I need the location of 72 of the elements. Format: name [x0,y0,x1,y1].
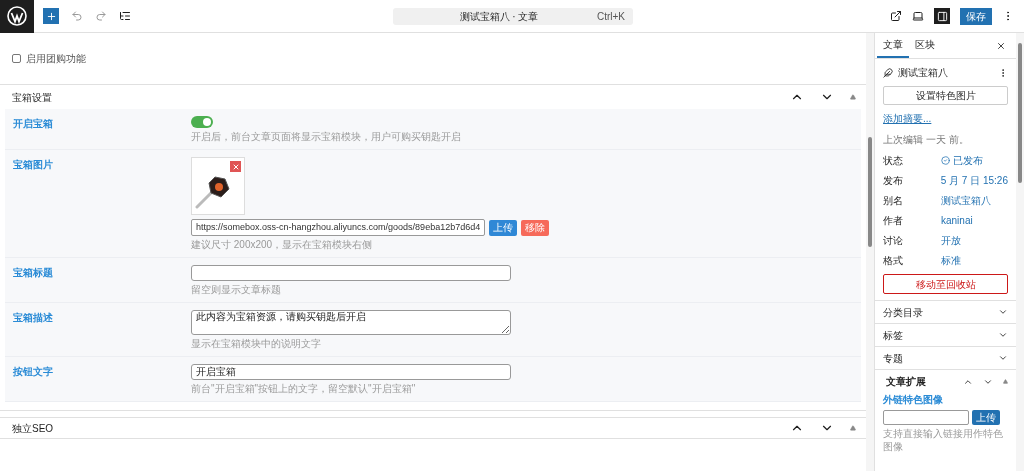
excerpt-link[interactable]: 添加摘要... [883,111,1008,126]
image-url-field[interactable] [883,410,969,425]
scrollbar[interactable] [866,33,874,471]
field-label: 外链特色图像 [883,393,944,407]
command-bar[interactable]: 测试宝箱八 · 文章 Ctrl+K [393,7,633,25]
save-button[interactable]: 保存 [960,7,992,25]
checkbox[interactable] [12,54,21,63]
help-text: 建议尺寸 200x200，显示在宝箱模块右侧 [191,240,374,250]
upload-button[interactable]: 上传 [489,219,518,236]
description-field[interactable]: 此内容为宝箱资源，请购买钥匙后开启 [191,310,511,335]
help-text: 支持直接输入链接用作特色图像 [883,428,1004,453]
field-label: 宝箱描述 [13,311,54,325]
undo-icon[interactable] [71,10,83,22]
settings-button[interactable] [934,8,950,24]
laptop-icon[interactable] [912,10,924,22]
meta-label: 状态 [883,154,904,168]
meta-label: 别名 [883,194,904,208]
meta-label: 作者 [883,214,904,228]
collapse-icon[interactable] [850,425,856,431]
chevron-down-icon [998,353,1008,363]
field-label: 开启宝箱 [13,117,54,131]
help-text: 前台"开启宝箱"按钮上的文字，留空默认"开启宝箱" [191,384,417,394]
help-text: 显示在宝箱模块中的说明文字 [191,339,322,349]
text-field[interactable]: 开启宝箱 [191,364,511,380]
meta-link[interactable]: kaninai [941,213,973,228]
section-title: 独立SEO [12,421,54,436]
sidebar-tab[interactable]: 区块 [909,33,941,58]
meta-label: 发布 [883,174,904,188]
meta-label: 讨论 [883,234,904,248]
upload-button[interactable]: 上传 [972,410,1000,425]
chevron-down-icon [998,307,1008,317]
last-edited-text: 上次编辑 一天 前。 [883,133,970,147]
redo-icon[interactable] [95,10,107,22]
section-title: 宝箱设置 [12,90,52,105]
remove-image-button[interactable] [230,161,241,172]
checkbox-label: 启用团购功能 [26,52,86,66]
field-label: 宝箱标题 [13,266,54,280]
meta-link[interactable]: 测试宝箱八 [941,193,991,208]
sidebar-tab[interactable]: 文章 [877,33,909,58]
collapse-icon[interactable] [850,94,856,100]
key-drawing [195,174,231,210]
featured-image-button[interactable]: 设置特色图片 [883,86,1008,105]
meta-link[interactable]: 标准 [941,253,961,268]
check-circle-icon [941,156,950,165]
field-label: 按钮文字 [13,365,54,379]
add-block-button[interactable] [43,8,59,24]
plus-icon [45,10,57,22]
image-url-field[interactable]: https://somebox.oss-cn-hangzhou.aliyuncs.com/goods/89eba12b7d6d4 [191,219,486,236]
trash-button[interactable]: 移动至回收站 [883,274,1008,294]
external-link-icon[interactable] [890,10,902,22]
remove-button[interactable]: 移除 [521,219,550,236]
meta-link[interactable]: 开放 [941,233,961,248]
post-title: 测试宝箱八 [898,66,948,80]
scrollbar[interactable] [1016,33,1024,471]
sidebar-icon [936,10,948,22]
wordpress-icon [7,6,27,26]
feather-icon [883,67,893,78]
meta-label: 格式 [883,254,904,268]
toggle-switch[interactable] [191,116,213,128]
panel-title: 文章扩展 [886,375,926,389]
close-icon [231,162,240,171]
status-button[interactable]: 已发布 [941,153,983,168]
chevron-down-icon [998,330,1008,340]
close-icon[interactable] [996,40,1006,51]
meta-link[interactable]: 5 月 7 日 15:26 [940,173,1008,188]
wordpress-logo[interactable] [0,0,34,33]
help-text: 留空则显示文章标题 [191,285,282,295]
collapse-icon[interactable] [1003,379,1008,384]
help-text: 开启后，前台文章页面将显示宝箱模块，用户可购买钥匙开启 [191,132,461,142]
field-label: 宝箱图片 [13,158,54,172]
text-field[interactable] [191,265,511,281]
list-icon[interactable] [119,10,131,22]
